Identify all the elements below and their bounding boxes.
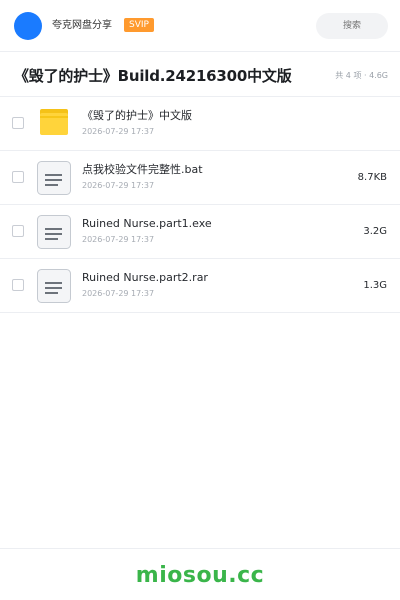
file-row[interactable]: Ruined Nurse.part1.exe 2026-07-29 17:37 … xyxy=(0,205,400,259)
file-row[interactable]: 《毁了的护士》中文版 2026-07-29 17:37 xyxy=(0,97,400,151)
row-checkbox[interactable] xyxy=(12,117,24,129)
folder-icon xyxy=(40,109,68,135)
row-checkbox[interactable] xyxy=(12,225,24,237)
file-date: 2026-07-29 17:37 xyxy=(82,235,155,244)
page-title: 《毁了的护士》Build.24216300中文版 xyxy=(14,67,292,85)
share-title-bar: 《毁了的护士》Build.24216300中文版 共 4 项 · 4.6G xyxy=(0,52,400,97)
file-icon xyxy=(37,161,71,195)
file-icon xyxy=(37,215,71,249)
file-name: 点我校验文件完整性.bat xyxy=(82,163,203,176)
top-bar: 夸克网盘分享 SVIP xyxy=(0,0,400,52)
row-checkbox[interactable] xyxy=(12,171,24,183)
file-row[interactable]: 点我校验文件完整性.bat 2026-07-29 17:37 8.7KB xyxy=(0,151,400,205)
file-size: 3.2G xyxy=(363,226,387,237)
file-row[interactable]: Ruined Nurse.part2.rar 2026-07-29 17:37 … xyxy=(0,259,400,313)
item-summary: 共 4 项 · 4.6G xyxy=(335,71,388,80)
brand-label: 夸克网盘分享 xyxy=(52,20,112,31)
file-size: 1.3G xyxy=(363,280,387,291)
row-checkbox[interactable] xyxy=(12,279,24,291)
svip-badge: SVIP xyxy=(124,18,154,32)
search-input[interactable] xyxy=(316,13,388,39)
file-date: 2026-07-29 17:37 xyxy=(82,127,155,136)
watermark: miosou.cc xyxy=(135,563,265,588)
file-icon xyxy=(37,269,71,303)
file-name: Ruined Nurse.part1.exe xyxy=(82,217,212,230)
avatar[interactable] xyxy=(14,12,42,40)
file-size: 8.7KB xyxy=(357,172,387,183)
file-name: Ruined Nurse.part2.rar xyxy=(82,271,208,284)
file-name: 《毁了的护士》中文版 xyxy=(82,109,192,122)
file-date: 2026-07-29 17:37 xyxy=(82,181,155,190)
footer: miosou.cc xyxy=(0,548,400,600)
file-date: 2026-07-29 17:37 xyxy=(82,289,155,298)
